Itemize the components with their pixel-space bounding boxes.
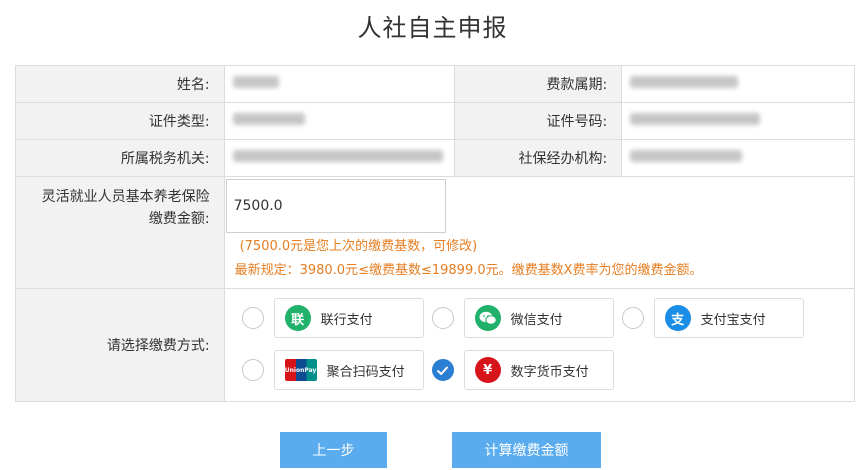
tax-office-value (223, 139, 455, 177)
id-number-value (621, 102, 855, 140)
amount-input[interactable] (225, 179, 446, 233)
pay-option-wechat[interactable]: 微信支付 (431, 298, 614, 338)
prev-step-button[interactable]: 上一步 (280, 432, 387, 468)
id-type-label: 证件类型: (15, 102, 225, 140)
period-value (621, 65, 855, 103)
name-label: 姓名: (15, 65, 225, 103)
period-label: 费款属期: (453, 65, 623, 103)
calculate-amount-button[interactable]: 计算缴费金额 (452, 432, 601, 468)
pay-card-wechat[interactable]: 微信支付 (463, 298, 614, 338)
agency-label: 社保经办机构: (453, 139, 623, 177)
id-type-value (223, 102, 455, 140)
radio-unionpay[interactable] (241, 359, 264, 381)
pay-label-unionpay: 聚合扫码支付 (326, 364, 405, 380)
pay-label-alipay: 支付宝支付 (700, 312, 766, 328)
pay-label-wechat: 微信支付 (510, 312, 563, 328)
page-title: 人社自主申报 (357, 14, 508, 42)
payment-methods: 联 联行支付 微信支付 支 支付宝支付 UnionPay 聚合扫码支付 ¥ 数字… (225, 289, 854, 401)
radio-digital-currency[interactable] (431, 359, 454, 381)
pay-option-digital-currency[interactable]: ¥ 数字货币支付 (431, 350, 614, 390)
pay-card-digital-currency[interactable]: ¥ 数字货币支付 (463, 350, 614, 390)
pay-method-label: 请选择缴费方式: (15, 288, 225, 402)
id-number-label: 证件号码: (453, 102, 623, 140)
unionpay-icon: UnionPay (284, 359, 317, 381)
digital-currency-icon: ¥ (474, 357, 501, 383)
tax-office-label: 所属税务机关: (15, 139, 225, 177)
pay-label-lianhang: 联行支付 (320, 312, 373, 328)
radio-wechat[interactable] (431, 307, 454, 329)
name-value (223, 65, 455, 103)
pay-card-lianhang[interactable]: 联 联行支付 (273, 298, 424, 338)
lianhang-icon: 联 (284, 305, 311, 331)
radio-alipay[interactable] (621, 307, 644, 329)
declaration-form: 姓名: 费款属期: 证件类型: 证件号码: 所属税务机关: 社保经办机构: 灵活… (15, 65, 856, 402)
radio-lianhang[interactable] (241, 307, 264, 329)
alipay-icon: 支 (664, 305, 691, 331)
agency-value (621, 139, 855, 177)
pay-label-digital-currency: 数字货币支付 (510, 364, 589, 380)
pay-card-alipay[interactable]: 支 支付宝支付 (653, 298, 804, 338)
amount-label: 灵活就业人员基本养老保险缴费金额: (15, 176, 225, 289)
wechat-icon (474, 305, 501, 331)
pay-card-unionpay[interactable]: UnionPay 聚合扫码支付 (273, 350, 424, 390)
regulation-hint: 最新规定：3980.0元≤缴费基数≤19899.0元。缴费基数X费率为您的缴费金… (234, 263, 703, 278)
previous-base-hint: (7500.0元是您上次的缴费基数，可修改) (239, 239, 478, 254)
pay-option-unionpay[interactable]: UnionPay 聚合扫码支付 (241, 350, 424, 390)
check-icon (437, 366, 449, 375)
pay-option-lianhang[interactable]: 联 联行支付 (241, 298, 424, 338)
pay-option-alipay[interactable]: 支 支付宝支付 (621, 298, 804, 338)
